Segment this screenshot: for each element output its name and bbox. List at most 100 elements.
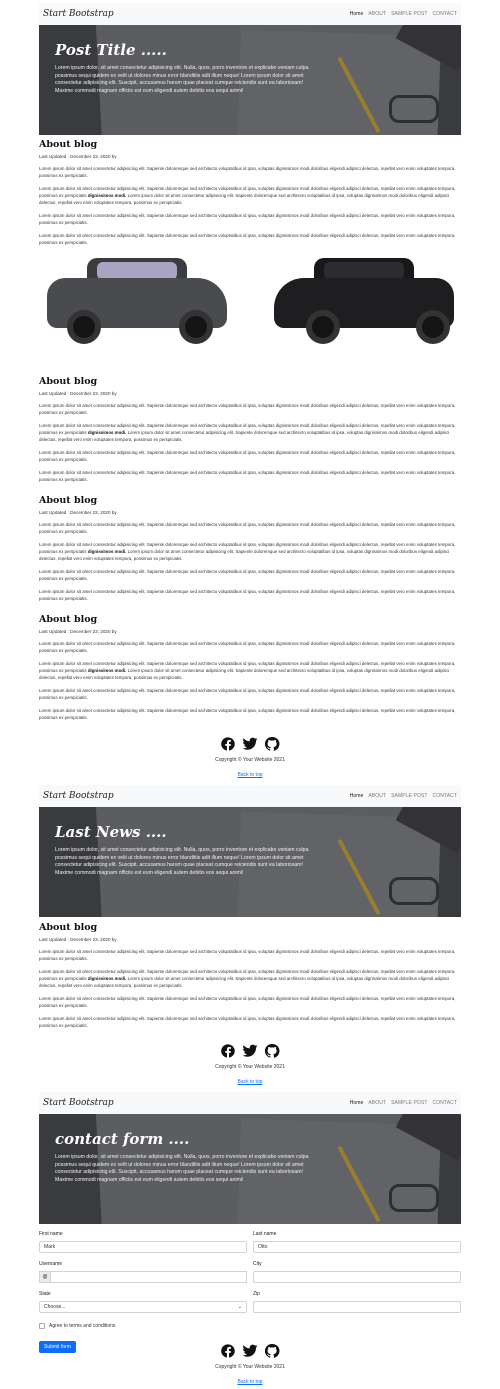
article-meta: Last Updated : December 23, 2020 by xyxy=(39,629,117,634)
paragraph: Lorem ipsum dolor sit amet consectetur a… xyxy=(39,450,456,462)
hero-text: Lorem ipsum dolor, sit amet consectetur … xyxy=(55,65,309,94)
facebook-icon[interactable] xyxy=(220,1343,236,1359)
navbar: Start Bootstrap Home ABOUT SAMPLE POST C… xyxy=(39,785,461,807)
chevron-down-icon: ⌄ xyxy=(237,1304,242,1310)
paragraph: Lorem ipsum dolor sit amet consectetur a… xyxy=(39,522,456,534)
first-name-input[interactable]: Mark xyxy=(39,1241,247,1253)
paragraph: Lorem ipsum dolor sit amet consectetur a… xyxy=(39,403,456,415)
article-3: About blog Last Updated : December 23, 2… xyxy=(39,495,461,602)
terms-checkbox-row: Agree to terms and conditions xyxy=(39,1323,461,1329)
nav-about[interactable]: ABOUT xyxy=(368,11,386,17)
brand-link[interactable]: Start Bootstrap xyxy=(43,9,114,19)
copyright-text: Copyright © Your Website 2021 xyxy=(215,1064,285,1070)
twitter-icon[interactable] xyxy=(242,1343,258,1359)
nav-about[interactable]: ABOUT xyxy=(368,793,386,799)
brand-link[interactable]: Start Bootstrap xyxy=(43,791,114,801)
article-heading: About blog xyxy=(39,922,98,933)
navbar: Start Bootstrap Home ABOUT SAMPLE POST C… xyxy=(39,3,461,25)
article-heading: About blog xyxy=(39,495,98,506)
paragraph: Lorem ipsum dolor sit amet consectetur a… xyxy=(39,542,456,561)
github-icon[interactable] xyxy=(264,736,280,752)
zip-label: Zip xyxy=(253,1291,260,1297)
back-to-top-link[interactable]: Back to top xyxy=(39,1379,461,1385)
nav-menu: Home ABOUT SAMPLE POST CONTACT xyxy=(350,1100,457,1106)
city-input[interactable] xyxy=(253,1271,461,1283)
terms-label: Agree to terms and conditions xyxy=(49,1323,116,1329)
nav-menu: Home ABOUT SAMPLE POST CONTACT xyxy=(350,793,457,799)
nav-contact[interactable]: CONTACT xyxy=(433,1100,458,1106)
city-label: City xyxy=(253,1261,262,1267)
article-meta: Last Updated : December 23, 2020 by xyxy=(39,154,117,159)
back-to-top-link[interactable]: Back to top xyxy=(39,1079,461,1085)
first-name-label: First name xyxy=(39,1231,63,1237)
facebook-icon[interactable] xyxy=(220,736,236,752)
paragraph: Lorem ipsum dolor sit amet consectetur a… xyxy=(39,213,456,225)
car-front-image xyxy=(39,252,234,352)
article-1: About blog Last Updated : December 23, 2… xyxy=(39,139,461,362)
paragraph: Lorem ipsum dolor sit amet consectetur a… xyxy=(39,186,456,205)
article-4: About blog Last Updated : December 23, 2… xyxy=(39,614,461,721)
article-5: About blog Last Updated : December 23, 2… xyxy=(39,922,461,1029)
footer: Copyright © Your Website 2021 Back to to… xyxy=(39,1043,461,1085)
paragraph: Lorem ipsum dolor sit amet consectetur a… xyxy=(39,688,456,700)
copyright-text: Copyright © Your Website 2021 xyxy=(215,757,285,763)
username-label: Username xyxy=(39,1261,63,1267)
state-select-value: Choose... xyxy=(44,1304,66,1310)
paragraph: Lorem ipsum dolor sit amet consectetur a… xyxy=(39,661,456,680)
nav-about[interactable]: ABOUT xyxy=(368,1100,386,1106)
username-input[interactable] xyxy=(51,1271,247,1283)
navbar: Start Bootstrap Home ABOUT SAMPLE POST C… xyxy=(39,1092,461,1114)
nav-home[interactable]: Home xyxy=(350,793,364,799)
page-contact: Start Bootstrap Home ABOUT SAMPLE POST C… xyxy=(39,1092,461,1224)
paragraph: Lorem ipsum dolor sit amet consectetur a… xyxy=(39,589,456,601)
zip-input[interactable] xyxy=(253,1301,461,1313)
hero-title: Post Title ..... xyxy=(55,41,167,59)
hero-banner: Last News .... Lorem ipsum dolor, sit am… xyxy=(39,807,461,917)
social-icons xyxy=(39,1043,461,1059)
car-rear-image xyxy=(266,252,461,352)
paragraph: Lorem ipsum dolor sit amet consectetur a… xyxy=(39,1016,456,1028)
contact-form: First name Mark Last name Otto Username … xyxy=(39,1231,461,1353)
last-name-label: Last name xyxy=(253,1231,277,1237)
article-meta: Last Updated : December 23, 2020 by xyxy=(39,391,117,396)
paragraph: Lorem ipsum dolor sit amet consectetur a… xyxy=(39,949,456,961)
article-meta: Last Updated : December 23, 2020 by xyxy=(39,510,117,515)
page-news: Start Bootstrap Home ABOUT SAMPLE POST C… xyxy=(39,785,461,917)
hero-title: contact form .... xyxy=(55,1130,190,1148)
state-label: State xyxy=(39,1291,51,1297)
hero-text: Lorem ipsum dolor, sit amet consectetur … xyxy=(55,847,309,876)
paragraph: Lorem ipsum dolor sit amet consectetur a… xyxy=(39,470,456,482)
nav-contact[interactable]: CONTACT xyxy=(433,793,458,799)
paragraph: Lorem ipsum dolor sit amet consectetur a… xyxy=(39,996,456,1008)
article-heading: About blog xyxy=(39,376,98,387)
footer: Copyright © Your Website 2021 Back to to… xyxy=(39,1343,461,1385)
last-name-input[interactable]: Otto xyxy=(253,1241,461,1253)
hero-title: Last News .... xyxy=(55,823,167,841)
footer: Copyright © Your Website 2021 Back to to… xyxy=(39,736,461,778)
github-icon[interactable] xyxy=(264,1343,280,1359)
hero-banner: contact form .... Lorem ipsum dolor, sit… xyxy=(39,1114,461,1224)
nav-sample-post[interactable]: SAMPLE POST xyxy=(391,1100,427,1106)
terms-checkbox[interactable] xyxy=(39,1323,45,1329)
nav-sample-post[interactable]: SAMPLE POST xyxy=(391,11,427,17)
paragraph: Lorem ipsum dolor sit amet consectetur a… xyxy=(39,569,456,581)
car-images xyxy=(39,252,461,362)
nav-home[interactable]: Home xyxy=(350,11,364,17)
social-icons xyxy=(39,1343,461,1359)
paragraph: Lorem ipsum dolor sit amet consectetur a… xyxy=(39,233,456,245)
paragraph: Lorem ipsum dolor sit amet consectetur a… xyxy=(39,166,456,178)
twitter-icon[interactable] xyxy=(242,736,258,752)
state-select[interactable]: Choose... ⌄ xyxy=(39,1301,247,1313)
copyright-text: Copyright © Your Website 2021 xyxy=(215,1364,285,1370)
hero-text: Lorem ipsum dolor, sit amet consectetur … xyxy=(55,1154,309,1183)
nav-sample-post[interactable]: SAMPLE POST xyxy=(391,793,427,799)
back-to-top-link[interactable]: Back to top xyxy=(39,772,461,778)
social-icons xyxy=(39,736,461,752)
twitter-icon[interactable] xyxy=(242,1043,258,1059)
nav-contact[interactable]: CONTACT xyxy=(433,11,458,17)
github-icon[interactable] xyxy=(264,1043,280,1059)
brand-link[interactable]: Start Bootstrap xyxy=(43,1098,114,1108)
paragraph: Lorem ipsum dolor sit amet consectetur a… xyxy=(39,641,456,653)
facebook-icon[interactable] xyxy=(220,1043,236,1059)
nav-home[interactable]: Home xyxy=(350,1100,364,1106)
